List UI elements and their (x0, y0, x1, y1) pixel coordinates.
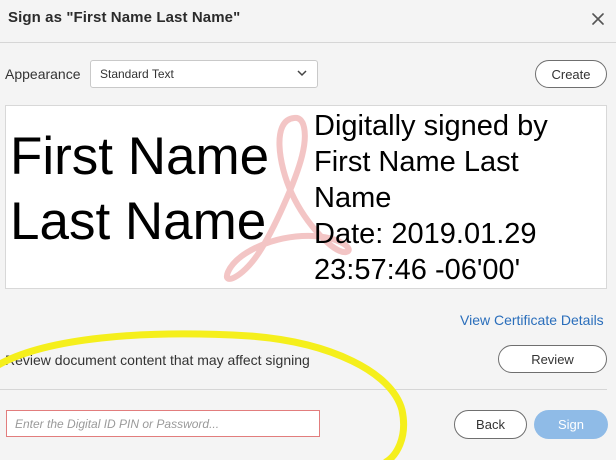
close-button[interactable] (589, 10, 607, 28)
signature-details: Digitally signed by First Name Last Name… (314, 108, 548, 288)
back-button[interactable]: Back (454, 410, 527, 439)
dialog-title: Sign as "First Name Last Name" (8, 9, 241, 26)
sign-button[interactable]: Sign (534, 410, 608, 439)
signature-first-name: First Name (10, 127, 270, 186)
signature-name: First Name Last Name (10, 124, 269, 254)
appearance-label: Appearance (5, 66, 81, 82)
signature-detail-line: First Name Last (314, 146, 519, 178)
signature-detail-line: Digitally signed by (314, 110, 548, 142)
signature-detail-line: Name (314, 182, 392, 214)
signature-detail-line: 23:57:46 -06'00' (314, 254, 521, 286)
sign-dialog: Sign as "First Name Last Name" Appearanc… (0, 0, 616, 460)
review-notice: Review document content that may affect … (5, 352, 310, 368)
title-divider (0, 42, 616, 43)
chevron-down-icon (297, 70, 307, 77)
appearance-select[interactable]: Standard Text (90, 60, 318, 88)
appearance-selected-value: Standard Text (100, 67, 174, 81)
signature-preview: First Name Last Name Digitally signed by… (5, 105, 607, 289)
footer-divider (0, 389, 607, 390)
close-icon (592, 13, 604, 25)
view-certificate-link[interactable]: View Certificate Details (460, 312, 604, 328)
signature-detail-line: Date: 2019.01.29 (314, 218, 537, 250)
create-button[interactable]: Create (535, 60, 607, 88)
signature-last-name: Last Name (10, 192, 267, 251)
review-button[interactable]: Review (498, 345, 607, 373)
pin-password-input[interactable] (6, 410, 320, 437)
